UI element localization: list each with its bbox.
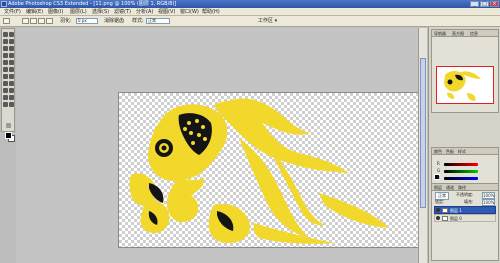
notes-tool-icon[interactable] xyxy=(3,95,8,100)
magic-wand-tool-icon[interactable] xyxy=(9,39,14,44)
eye-icon[interactable] xyxy=(436,216,440,220)
layers-panel: 图层 通道 路径 正常 不透明度: 100% 锁定: 填充: 100% 图层 1… xyxy=(431,183,499,261)
marquee-tool-preset-icon[interactable] xyxy=(3,18,10,24)
eye-icon[interactable] xyxy=(436,208,440,212)
lasso-tool-icon[interactable] xyxy=(3,39,8,44)
quick-mask-icon[interactable] xyxy=(6,123,11,128)
navigator-preview[interactable] xyxy=(436,66,494,104)
layer-row[interactable]: 图层 1 xyxy=(434,206,496,214)
color-tabs: 颜色 色板 样式 xyxy=(432,148,498,155)
history-brush-tool-icon[interactable] xyxy=(9,60,14,65)
antialias-label: 消除锯齿 xyxy=(104,18,125,24)
tab-info[interactable]: 信息 xyxy=(470,30,478,37)
style-select[interactable]: 正常 xyxy=(146,18,170,24)
photoshop-app-icon xyxy=(1,1,7,7)
tab-navigator[interactable]: 导航器 xyxy=(434,30,446,37)
layer-name: 图层 1 xyxy=(450,208,462,213)
add-selection-icon[interactable] xyxy=(30,18,37,24)
toolbox xyxy=(1,28,15,142)
type-tool-icon[interactable] xyxy=(9,81,14,86)
image-canvas[interactable] xyxy=(118,92,425,248)
tab-paths[interactable]: 路径 xyxy=(458,184,466,191)
menu-image[interactable]: 图像(I) xyxy=(48,8,63,16)
vertical-scrollbar[interactable] xyxy=(418,28,427,263)
navigator-tabs: 导航器 直方图 信息 xyxy=(432,30,498,37)
opacity-label: 不透明度: xyxy=(456,192,474,197)
clone-stamp-tool-icon[interactable] xyxy=(3,60,8,65)
goldfish-artwork xyxy=(129,98,389,244)
style-label: 样式: xyxy=(132,18,144,24)
opacity-input[interactable]: 100% xyxy=(482,192,496,199)
menu-analysis[interactable]: 分析(A) xyxy=(136,8,153,16)
new-selection-icon[interactable] xyxy=(22,18,29,24)
gradient-tool-icon[interactable] xyxy=(9,67,14,72)
workspace-button[interactable]: 工作区 ▾ xyxy=(258,16,277,27)
layers-tabs: 图层 通道 路径 xyxy=(432,184,498,191)
minimize-button[interactable]: _ xyxy=(470,1,479,7)
navigator-thumbnail xyxy=(444,71,481,101)
eraser-tool-icon[interactable] xyxy=(3,67,8,72)
healing-brush-tool-icon[interactable] xyxy=(3,53,8,58)
eyedropper-tool-icon[interactable] xyxy=(9,95,14,100)
path-selection-tool-icon[interactable] xyxy=(3,88,8,93)
options-bar: 羽化: 0 px 消除锯齿 样式: 正常 工作区 ▾ xyxy=(0,16,500,27)
subtract-selection-icon[interactable] xyxy=(38,18,45,24)
scrollbar-thumb[interactable] xyxy=(420,58,426,208)
menu-view[interactable]: 视图(V) xyxy=(158,8,175,16)
crop-tool-icon[interactable] xyxy=(3,46,8,51)
intersect-selection-icon[interactable] xyxy=(46,18,53,24)
red-label: R xyxy=(437,161,440,166)
menu-filter[interactable]: 滤镜(T) xyxy=(114,8,131,16)
tab-styles[interactable]: 样式 xyxy=(458,148,466,155)
marquee-tool-icon[interactable] xyxy=(9,32,14,37)
close-button[interactable]: × xyxy=(490,1,499,7)
menu-help[interactable]: 帮助(H) xyxy=(202,8,220,16)
layer-name: 图层 0 xyxy=(450,216,462,221)
menu-layer[interactable]: 图层(L) xyxy=(70,8,87,16)
dodge-tool-icon[interactable] xyxy=(9,74,14,79)
green-slider[interactable] xyxy=(444,170,478,173)
feather-input[interactable]: 0 px xyxy=(76,18,98,24)
fill-label: 填充: xyxy=(464,199,474,204)
menu-edit[interactable]: 编辑(E) xyxy=(26,8,43,16)
menu-select[interactable]: 选择(S) xyxy=(92,8,109,16)
zoom-tool-icon[interactable] xyxy=(9,102,14,107)
lock-label: 锁定: xyxy=(435,199,445,204)
tab-swatches[interactable]: 色板 xyxy=(446,148,454,155)
document-window xyxy=(16,28,427,263)
layer-row[interactable]: 图层 0 xyxy=(434,214,496,222)
menu-file[interactable]: 文件(F) xyxy=(4,8,21,16)
blue-slider[interactable] xyxy=(444,177,478,180)
navigator-panel: 导航器 直方图 信息 xyxy=(431,29,499,113)
window-title: Adobe Photoshop CS3 Extended - [11.png @… xyxy=(8,1,177,7)
green-label: G xyxy=(437,168,441,173)
title-bar: Adobe Photoshop CS3 Extended - [11.png @… xyxy=(0,0,500,8)
menu-window[interactable]: 窗口(W) xyxy=(180,8,199,16)
window-controls: _ □ × xyxy=(470,1,499,7)
feather-label: 羽化: xyxy=(60,18,72,24)
move-tool-icon[interactable] xyxy=(3,32,8,37)
pen-tool-icon[interactable] xyxy=(3,81,8,86)
tab-layers[interactable]: 图层 xyxy=(434,184,442,191)
maximize-button[interactable]: □ xyxy=(480,1,489,7)
tab-channels[interactable]: 通道 xyxy=(446,184,454,191)
foreground-color-swatch[interactable] xyxy=(5,132,12,139)
panel-dock: 导航器 直方图 信息 颜色 色板 样式 R G B 图层 通道 路径 正常 不透… xyxy=(428,27,500,263)
blue-label: B xyxy=(437,175,440,180)
hand-tool-icon[interactable] xyxy=(3,102,8,107)
slice-tool-icon[interactable] xyxy=(9,46,14,51)
menu-bar: 文件(F) 编辑(E) 图像(I) 图层(L) 选择(S) 滤镜(T) 分析(A… xyxy=(0,8,500,16)
fill-input[interactable]: 100% xyxy=(482,199,496,206)
brush-tool-icon[interactable] xyxy=(9,53,14,58)
blur-tool-icon[interactable] xyxy=(3,74,8,79)
tab-histogram[interactable]: 直方图 xyxy=(452,30,464,37)
layer-thumbnail xyxy=(442,208,448,213)
shape-tool-icon[interactable] xyxy=(9,88,14,93)
red-slider[interactable] xyxy=(444,163,478,166)
tab-color[interactable]: 颜色 xyxy=(434,148,442,155)
layer-thumbnail xyxy=(442,216,448,221)
